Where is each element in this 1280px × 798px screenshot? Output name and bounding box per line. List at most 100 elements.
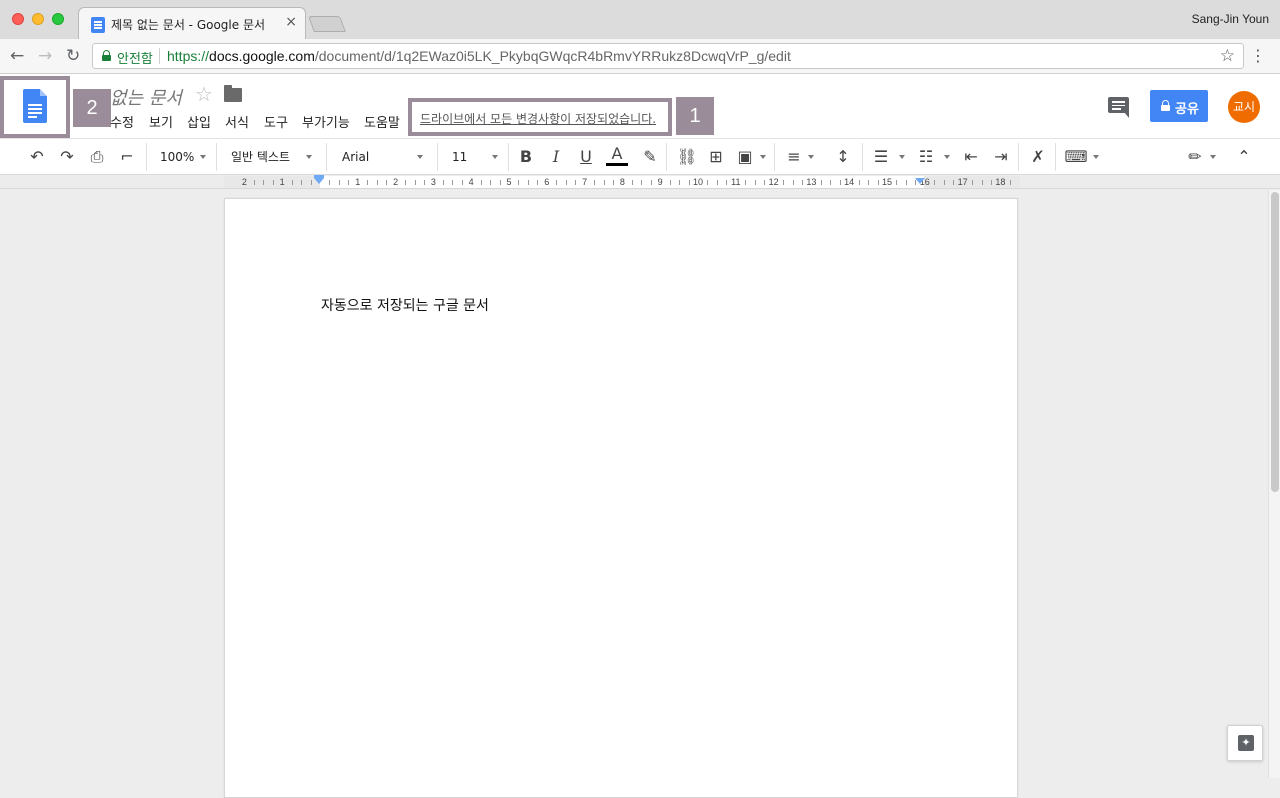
undo-icon[interactable]: ↶ [27,144,47,170]
save-status-highlight: 드라이브에서 모든 변경사항이 저장되었습니다. [408,98,672,136]
toolbar-divider [508,143,509,171]
editing-mode-pencil-icon[interactable]: ✏ [1185,144,1205,170]
ruler-tick [338,180,340,185]
align-left-icon[interactable]: ≡ [784,144,804,170]
back-arrow-icon[interactable]: ← [10,46,24,66]
move-to-folder-icon[interactable] [224,85,242,102]
forward-arrow-icon[interactable]: → [38,46,52,66]
ruler-number: 10 [692,177,704,187]
url-text[interactable]: https://docs.google.com/document/d/1q2EW… [167,48,791,64]
increase-indent-icon[interactable]: ⇥ [990,144,1012,170]
ruler-tick [376,180,378,185]
comments-icon[interactable] [1108,97,1129,118]
add-comment-icon[interactable]: ⊞ [706,144,726,170]
ruler-tick [490,180,492,185]
menu-format[interactable]: 서식 [225,112,249,131]
secure-label: 안전함 [117,52,153,67]
insert-image-icon[interactable]: ▣ [735,144,755,170]
collapse-menus-chevron-icon[interactable]: ⌃ [1235,144,1253,170]
secure-lock-icon [102,50,111,61]
toolbar-divider [862,143,863,171]
style-caret-icon [306,155,312,159]
highlight-color-icon[interactable]: ✎ [640,144,660,170]
document-page[interactable]: 자동으로 저장되는 구글 문서 [224,198,1018,798]
account-avatar[interactable]: 교시 [1228,91,1260,123]
ruler-tick [480,180,482,185]
menu-addons[interactable]: 부가기능 [302,112,350,131]
right-indent-marker[interactable] [915,178,925,184]
ruler-tick [858,180,860,185]
window-close-button[interactable] [12,13,24,25]
print-icon[interactable]: ⎙ [87,144,107,170]
menu-tools[interactable]: 도구 [264,112,288,131]
ruler-tick [990,180,992,185]
menu-edit[interactable]: 수정 [110,112,134,131]
ruler-number: 11 [731,177,741,187]
bookmark-star-icon[interactable]: ☆ [1220,46,1235,66]
window-zoom-button[interactable] [52,13,64,25]
ruler-tick [499,180,501,185]
decrease-indent-icon[interactable]: ⇤ [960,144,982,170]
line-spacing-icon[interactable]: ↕ [832,144,854,170]
url-scheme: https:// [167,48,210,64]
zoom-caret-icon [200,155,206,159]
ruler-tick [367,180,369,185]
ruler: 2 1 1 2 3 4 5 6 7 8 9 10 11 12 13 14 15 16 17 18 [0,175,1280,189]
scrollbar-thumb[interactable] [1271,192,1279,492]
paint-format-icon[interactable]: ⌐ [117,144,137,170]
reload-icon[interactable]: ↻ [66,46,80,66]
numbered-list-caret-icon [899,155,905,159]
tab-close-icon[interactable]: × [285,14,297,30]
ruler-number: 12 [768,177,779,187]
clear-formatting-icon[interactable]: ✗ [1027,144,1049,170]
document-title[interactable]: 없는 문서 [110,84,182,110]
bold-button[interactable]: B [516,144,536,170]
ruler-tick [1009,180,1011,185]
url-path: /document/d/1q2EWaz0i5LK_PkybqGWqcR4bRmv… [314,48,791,64]
ruler-tick [650,180,652,185]
numbered-list-icon[interactable]: ☰ [870,144,892,170]
vertical-scrollbar[interactable] [1268,190,1280,778]
browser-profile-name[interactable]: Sang-Jin Youn [1192,12,1269,26]
ruler-number: 5 [506,177,512,187]
ruler-number: 13 [806,177,817,187]
ruler-track[interactable]: 2 1 1 2 3 4 5 6 7 8 9 10 11 12 13 14 15 16 17 18 [224,176,1020,188]
docs-home-logo-highlight[interactable] [0,76,70,138]
menu-view[interactable]: 보기 [149,112,173,131]
ruler-tick [329,180,331,185]
zoom-select[interactable]: 100% [160,144,194,170]
ruler-tick [348,180,350,185]
address-bar[interactable]: 안전함 https://docs.google.com/document/d/1… [92,43,1244,69]
toolbar-divider [146,143,147,171]
italic-button[interactable]: I [546,144,566,170]
google-docs-logo-icon[interactable] [23,89,47,123]
ruler-number: 8 [619,177,625,187]
share-button[interactable]: 공유 [1150,90,1208,122]
paragraph-style-select[interactable]: 일반 텍스트 [231,144,290,170]
browser-tab-active[interactable]: 제목 없는 문서 - Google 문서 × [78,7,306,40]
window-minimize-button[interactable] [32,13,44,25]
toolbar-divider [216,143,217,171]
menu-insert[interactable]: 삽입 [187,112,211,131]
bulleted-list-icon[interactable]: ☷ [915,144,937,170]
ruler-tick [943,180,945,185]
save-status-link[interactable]: 드라이브에서 모든 변경사항이 저장되었습니다. [420,110,656,127]
ruler-tick [414,180,416,185]
new-tab-button[interactable] [308,16,346,32]
explore-button[interactable]: ✦ [1227,725,1263,761]
left-indent-marker[interactable] [314,178,324,184]
input-tools-keyboard-icon[interactable]: ⌨ [1064,144,1088,170]
browser-menu-icon[interactable]: ⋮ [1250,46,1266,65]
document-body-text[interactable]: 자동으로 저장되는 구글 문서 [321,295,489,315]
underline-button[interactable]: U [576,144,596,170]
insert-link-icon[interactable]: ⛓ [676,144,698,170]
star-document-icon[interactable]: ☆ [195,82,213,106]
font-family-select[interactable]: Arial [342,144,369,170]
ruler-number: 3 [430,177,436,187]
editing-mode-caret-icon [1210,155,1216,159]
menu-help[interactable]: 도움말 [364,112,400,131]
font-size-select[interactable]: 11 [452,144,467,170]
ruler-tick [820,180,822,185]
redo-icon[interactable]: ↷ [57,144,77,170]
ruler-tick [263,180,265,185]
